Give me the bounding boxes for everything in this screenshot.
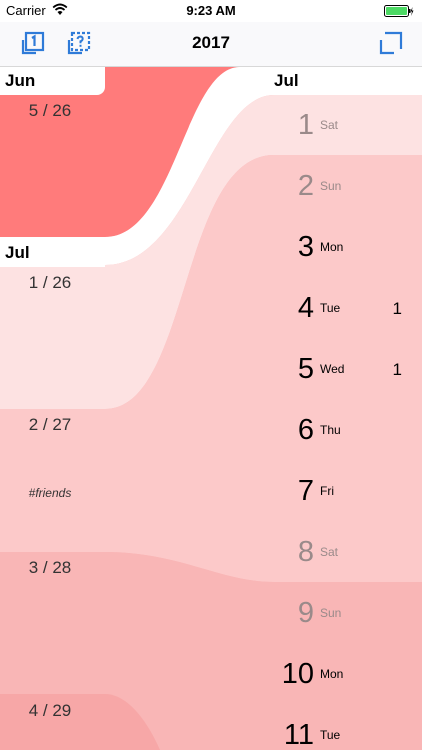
day-name: Tue <box>320 301 341 315</box>
fullscreen-icon <box>378 31 404 60</box>
week-label[interactable]: 1 / 26 <box>0 273 100 293</box>
day-row[interactable]: 2 Sun <box>270 156 422 217</box>
day-row[interactable]: 5 Wed 1 <box>270 339 422 400</box>
day-number: 8 <box>297 536 314 568</box>
day-row[interactable]: 11 Tue <box>270 705 422 750</box>
page-title: 2017 <box>192 33 230 52</box>
month-header-jul-right: Jul <box>274 71 299 90</box>
calendar-flow-view[interactable]: Jun Jul Jul 5 / 26 1 / 26 2 / 27 #friend… <box>0 67 422 750</box>
day-name: Sat <box>320 118 339 132</box>
day-row[interactable]: 10 Mon <box>270 644 422 705</box>
event-count: 1 <box>392 360 402 379</box>
day-number: 11 <box>283 719 314 750</box>
day-name: Mon <box>320 667 344 681</box>
battery-icon <box>384 5 414 21</box>
day-name: Tue <box>320 728 341 742</box>
week-label[interactable]: 3 / 28 <box>0 558 100 578</box>
day-row[interactable]: 4 Tue 1 <box>270 278 422 339</box>
day-number: 10 <box>281 658 314 690</box>
day-name: Mon <box>320 240 344 254</box>
month-header-jun: Jun <box>0 67 105 95</box>
week-label[interactable]: 2 / 27 <box>0 415 100 435</box>
month-header-jul-left: Jul <box>0 239 105 267</box>
day-name: Fri <box>320 484 334 498</box>
day-name: Sun <box>320 179 342 193</box>
clock: 9:23 AM <box>186 3 236 18</box>
week-label[interactable]: 5 / 26 <box>0 101 100 121</box>
day-row[interactable]: 3 Mon <box>270 217 422 278</box>
day-number: 6 <box>297 414 314 446</box>
day-row[interactable]: 6 Thu <box>270 400 422 461</box>
day-name: Sat <box>320 545 339 559</box>
day-number: 3 <box>297 231 314 263</box>
tag-label[interactable]: #friends <box>0 486 100 500</box>
day-number: 2 <box>297 170 314 202</box>
day-number: 4 <box>297 292 314 324</box>
day-number: 7 <box>297 475 314 507</box>
day-row[interactable]: 1 Sat <box>270 95 422 156</box>
week-label[interactable]: 4 / 29 <box>0 701 100 721</box>
event-count: 1 <box>392 299 402 318</box>
day-number: 1 <box>297 109 314 141</box>
day-row[interactable]: 7 Fri <box>270 461 422 522</box>
day-row[interactable]: 9 Sun <box>270 583 422 644</box>
day-name: Sun <box>320 606 342 620</box>
day-number: 5 <box>297 353 314 385</box>
day-name: Wed <box>320 362 345 376</box>
day-row[interactable]: 8 Sat <box>270 522 422 583</box>
day-name: Thu <box>320 423 341 437</box>
navigation-bar: 2017 <box>0 22 422 67</box>
day-number: 9 <box>297 597 314 629</box>
status-bar: Carrier 9:23 AM <box>0 0 422 22</box>
fullscreen-button[interactable] <box>378 30 404 56</box>
